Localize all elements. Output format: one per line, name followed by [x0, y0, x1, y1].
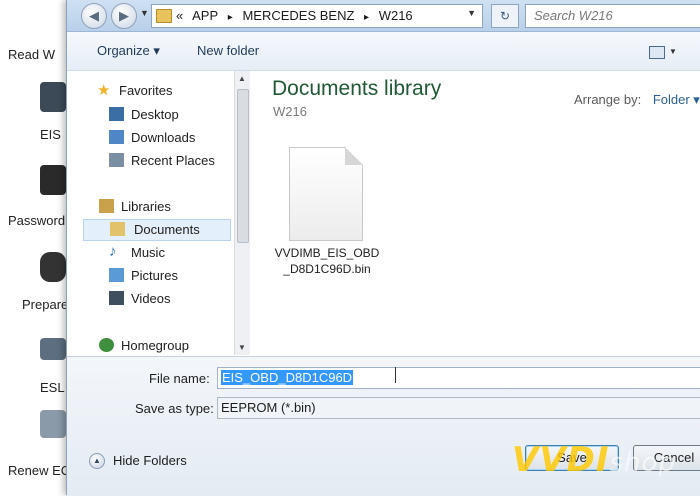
scroll-up-icon[interactable]: ▲: [238, 74, 246, 83]
file-item[interactable]: VVDIMB_EIS_OBD _D8D1C96D.bin: [271, 143, 383, 283]
recent-places-icon: [109, 153, 124, 167]
file-name: VVDIMB_EIS_OBD _D8D1C96D.bin: [271, 245, 383, 277]
nav-videos-label: Videos: [131, 291, 171, 306]
search-input[interactable]: Search W216: [525, 4, 700, 28]
organize-button[interactable]: Organize ▾: [97, 43, 160, 59]
documents-icon: [110, 222, 125, 236]
lock-module-icon: [40, 338, 66, 360]
music-icon: ♪: [109, 243, 117, 260]
chevron-up-icon: ▲: [89, 453, 105, 469]
forward-arrow-icon: ▶: [119, 8, 129, 23]
renew-ec-label: Renew EC: [8, 463, 71, 478]
nav-documents-label: Documents: [134, 222, 200, 237]
recent-pages-dropdown-icon[interactable]: ▼: [140, 8, 149, 18]
esl-label: ESL: [40, 380, 65, 395]
homegroup-icon: [99, 338, 114, 352]
nav-documents[interactable]: Documents: [83, 219, 231, 241]
library-title: Documents library: [272, 77, 442, 100]
nav-favorites-label: Favorites: [119, 83, 173, 98]
watermark-suffix: shop: [609, 448, 676, 478]
text-cursor: [395, 367, 396, 383]
forward-button[interactable]: ▶: [111, 3, 137, 29]
back-button[interactable]: ◀: [81, 3, 107, 29]
breadcrumb-overflow[interactable]: «: [176, 8, 183, 23]
breadcrumb-mercedes-benz[interactable]: MERCEDES BENZ: [242, 8, 354, 23]
remote-key-icon: [40, 252, 66, 282]
nav-downloads-label: Downloads: [131, 130, 196, 145]
nav-libraries-label: Libraries: [121, 199, 171, 214]
breadcrumb-app[interactable]: APP: [192, 8, 218, 23]
desktop-icon: [109, 107, 124, 121]
arrange-by-label: Arrange by:: [574, 92, 642, 107]
nav-desktop-label: Desktop: [131, 107, 179, 122]
hide-folders-label: Hide Folders: [113, 453, 187, 468]
scroll-down-icon[interactable]: ▼: [238, 343, 246, 352]
address-dropdown-icon[interactable]: ▼: [467, 8, 476, 18]
breadcrumb-w216[interactable]: W216: [379, 8, 413, 23]
key-icon: [40, 165, 66, 195]
file-name-value: EIS_OBD_D8D1C96D: [221, 370, 354, 385]
refresh-icon: ↻: [499, 9, 511, 23]
command-toolbar: Organize ▾ New folder ▼: [67, 32, 700, 71]
address-bar-row: ◀ ▶ ▼ « APP ▸ MERCEDES BENZ ▸ W216 ▼ ↻ S…: [67, 0, 700, 32]
refresh-button[interactable]: ↻: [491, 4, 519, 28]
prepare-label: Prepare: [22, 297, 69, 312]
file-list-area: Documents library W216 Arrange by: Folde…: [251, 71, 700, 355]
password-label: Password: [8, 213, 66, 228]
arrange-by: Arrange by: Folder ▾: [574, 92, 700, 108]
ignition-icon: [40, 82, 66, 112]
nav-pictures-label: Pictures: [131, 268, 178, 283]
save-as-type-select[interactable]: EEPROM (*.bin): [217, 397, 700, 419]
folder-icon: [156, 9, 172, 23]
nav-music-label: Music: [131, 245, 165, 260]
file-icon: [289, 147, 363, 241]
watermark-brand: VVDI: [512, 440, 610, 480]
scrollbar-thumb[interactable]: [237, 89, 249, 243]
library-subtitle: W216: [273, 104, 307, 119]
navigation-scrollbar[interactable]: ▲ ▼: [234, 71, 250, 355]
save-as-type-label: Save as type:: [135, 401, 214, 416]
save-as-dialog: ◀ ▶ ▼ « APP ▸ MERCEDES BENZ ▸ W216 ▼ ↻ S…: [66, 0, 700, 496]
vvdi-shop-watermark: VVDIshop: [512, 440, 676, 480]
navigation-pane: ★ Favorites Desktop Downloads Recent Pla…: [67, 71, 247, 355]
address-bar[interactable]: « APP ▸ MERCEDES BENZ ▸ W216 ▼: [151, 4, 483, 28]
downloads-icon: [109, 130, 124, 144]
file-name-input[interactable]: EIS_OBD_D8D1C96D: [217, 367, 700, 389]
breadcrumb-separator[interactable]: ▸: [364, 12, 369, 23]
breadcrumb: « APP ▸ MERCEDES BENZ ▸ W216: [176, 8, 419, 23]
nav-recent-places-label: Recent Places: [131, 153, 215, 168]
eis-label: EIS: [40, 127, 61, 142]
arrange-by-dropdown[interactable]: Folder ▾: [653, 92, 700, 107]
view-dropdown-icon[interactable]: ▼: [669, 47, 677, 56]
search-placeholder: Search W216: [534, 8, 613, 23]
breadcrumb-separator[interactable]: ▸: [228, 12, 233, 23]
library-icon: [99, 199, 114, 213]
ecu-icon: [40, 410, 66, 438]
star-icon: ★: [97, 82, 111, 99]
read-w-label: Read W: [8, 47, 55, 62]
nav-homegroup-label: Homegroup: [121, 338, 189, 353]
file-name-line: VVDIMB_EIS_OBD: [274, 246, 380, 260]
pictures-icon: [109, 268, 124, 282]
file-name-label: File name:: [149, 371, 210, 386]
new-folder-button[interactable]: New folder: [197, 43, 259, 58]
file-name-line: _D8D1C96D.bin: [283, 262, 371, 276]
change-view-icon[interactable]: [649, 46, 665, 59]
videos-icon: [109, 291, 124, 305]
save-as-type-value: EEPROM (*.bin): [221, 400, 316, 415]
back-arrow-icon: ◀: [89, 8, 99, 23]
